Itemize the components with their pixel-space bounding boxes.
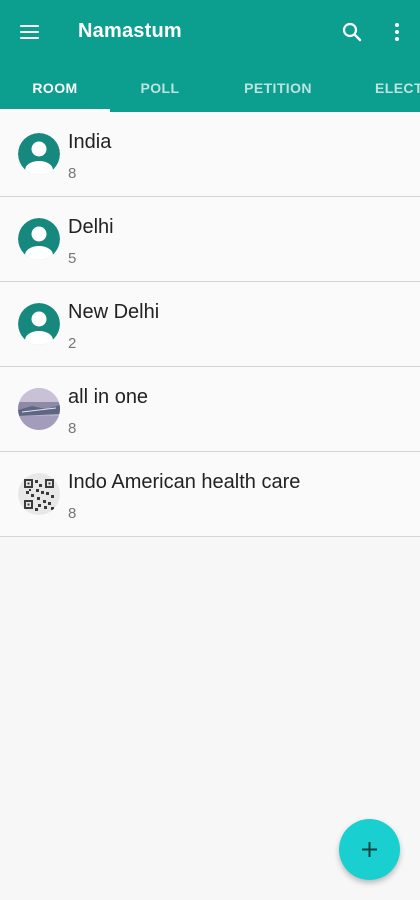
room-name: Indo American health care	[68, 471, 301, 493]
list-item[interactable]: all in one 8	[0, 367, 420, 452]
search-icon[interactable]	[340, 20, 364, 44]
room-list: India 8 Delhi 5 New Delhi 2 all in one 8…	[0, 112, 420, 537]
qr-code-thumbnail	[18, 473, 60, 515]
tab-room[interactable]: ROOM	[0, 64, 110, 112]
room-name: India	[68, 131, 112, 153]
list-item[interactable]: Indo American health care 8	[0, 452, 420, 537]
default-person-icon	[18, 133, 60, 175]
plus-icon	[362, 842, 377, 857]
more-vert-icon[interactable]	[385, 20, 409, 44]
toolbar: Namastum	[0, 0, 420, 64]
list-item[interactable]: New Delhi 2	[0, 282, 420, 367]
room-member-count: 2	[68, 335, 77, 352]
tab-elect[interactable]: ELECT	[350, 64, 420, 112]
room-name: all in one	[68, 386, 149, 408]
room-name: New Delhi	[68, 301, 160, 323]
tab-bar: ROOM POLL PETITION ELECT	[0, 64, 420, 112]
tab-poll[interactable]: POLL	[110, 64, 210, 112]
hamburger-menu-icon[interactable]	[18, 22, 42, 42]
tab-petition[interactable]: PETITION	[222, 64, 334, 112]
default-person-icon	[18, 218, 60, 260]
room-member-count: 5	[68, 250, 77, 267]
room-member-count: 8	[68, 420, 77, 437]
app-bar: Namastum ROOM POLL PETITION ELECT	[0, 0, 420, 112]
list-item[interactable]: Delhi 5	[0, 197, 420, 282]
app-title: Namastum	[78, 20, 182, 42]
add-room-button[interactable]	[339, 819, 400, 880]
room-member-count: 8	[68, 165, 77, 182]
default-person-icon	[18, 303, 60, 345]
room-member-count: 8	[68, 505, 77, 522]
photo-thumbnail	[18, 388, 60, 430]
list-item[interactable]: India 8	[0, 112, 420, 197]
room-name: Delhi	[68, 216, 114, 238]
